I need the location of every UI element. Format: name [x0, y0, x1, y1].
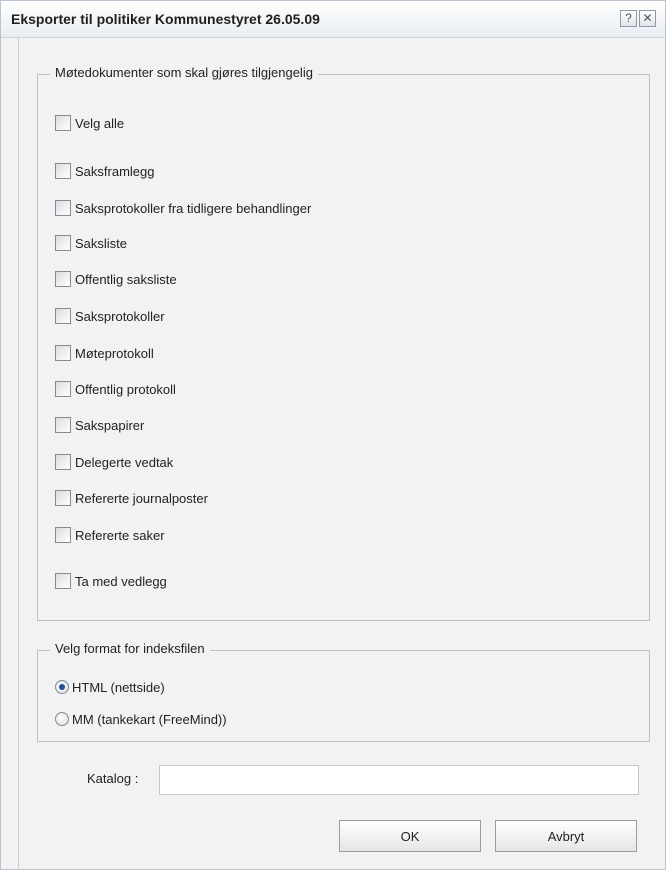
checkbox-label: Saksprotokoller fra tidligere behandling… [75, 200, 312, 216]
index-format-group-legend: Velg format for indeksfilen [50, 641, 210, 656]
export-dialog: Eksporter til politiker Kommunestyret 26… [0, 0, 666, 870]
checkbox-label: Møteprotokoll [75, 345, 154, 361]
mm-radio[interactable] [55, 712, 69, 726]
checkbox-label: Offentlig saksliste [75, 271, 177, 287]
checkbox-row-saksliste[interactable]: Saksliste [55, 233, 127, 253]
checkbox-label: Saksframlegg [75, 163, 155, 179]
checkbox[interactable] [55, 163, 71, 179]
checkbox-label: Velg alle [75, 115, 125, 131]
checkbox[interactable] [55, 417, 71, 433]
radio-row-html[interactable]: HTML (nettside) [55, 677, 165, 697]
close-button[interactable]: ✕ [639, 10, 656, 27]
radio-label: MM (tankekart (FreeMind)) [72, 711, 227, 727]
cancel-button[interactable]: Avbryt [495, 820, 637, 852]
radio-row-mm[interactable]: MM (tankekart (FreeMind)) [55, 709, 227, 729]
checkbox-row-refererte-journalposter[interactable]: Refererte journalposter [55, 488, 208, 508]
checkbox-row-sakspapirer[interactable]: Sakspapirer [55, 415, 144, 435]
checkbox-row-saksframlegg[interactable]: Saksframlegg [55, 161, 154, 181]
include-attachments-checkbox[interactable] [55, 573, 71, 589]
checkbox-row-moteprotokoll[interactable]: Møteprotokoll [55, 343, 154, 363]
include-attachments-checkbox-row[interactable]: Ta med vedlegg [55, 571, 167, 591]
checkbox-label: Offentlig protokoll [75, 381, 176, 397]
checkbox[interactable] [55, 490, 71, 506]
help-button[interactable]: ? [620, 10, 637, 27]
checkbox-row-offentlig-saksliste[interactable]: Offentlig saksliste [55, 269, 177, 289]
checkbox-label: Delegerte vedtak [75, 454, 174, 470]
checkbox-label: Ta med vedlegg [75, 573, 167, 589]
checkbox-row-refererte-saker[interactable]: Refererte saker [55, 525, 165, 545]
checkbox-label: Sakspapirer [75, 417, 145, 433]
dialog-titlebar: Eksporter til politiker Kommunestyret 26… [1, 1, 665, 38]
checkbox-row-saksprotokoller[interactable]: Saksprotokoller [55, 306, 165, 326]
checkbox[interactable] [55, 271, 71, 287]
checkbox[interactable] [55, 200, 71, 216]
checkbox[interactable] [55, 381, 71, 397]
ok-button[interactable]: OK [339, 820, 481, 852]
checkbox[interactable] [55, 345, 71, 361]
html-radio[interactable] [55, 680, 69, 694]
select-all-checkbox[interactable] [55, 115, 71, 131]
left-border-line [18, 38, 19, 870]
documents-group-legend: Møtedokumenter som skal gjøres tilgjenge… [50, 65, 318, 80]
checkbox-row-delegerte-vedtak[interactable]: Delegerte vedtak [55, 452, 173, 472]
dialog-title: Eksporter til politiker Kommunestyret 26… [11, 11, 320, 27]
checkbox[interactable] [55, 454, 71, 470]
checkbox-label: Saksprotokoller [75, 308, 165, 324]
checkbox[interactable] [55, 235, 71, 251]
katalog-label: Katalog : [87, 771, 139, 786]
checkbox-label: Refererte journalposter [75, 490, 208, 506]
checkbox-label: Refererte saker [75, 527, 165, 543]
checkbox-row-saksprotokoller-tidligere[interactable]: Saksprotokoller fra tidligere behandling… [55, 198, 311, 218]
select-all-checkbox-row[interactable]: Velg alle [55, 113, 124, 133]
checkbox[interactable] [55, 527, 71, 543]
checkbox[interactable] [55, 308, 71, 324]
radio-label: HTML (nettside) [72, 679, 165, 695]
checkbox-label: Saksliste [75, 235, 128, 251]
checkbox-row-offentlig-protokoll[interactable]: Offentlig protokoll [55, 379, 176, 399]
katalog-input[interactable] [159, 765, 639, 795]
